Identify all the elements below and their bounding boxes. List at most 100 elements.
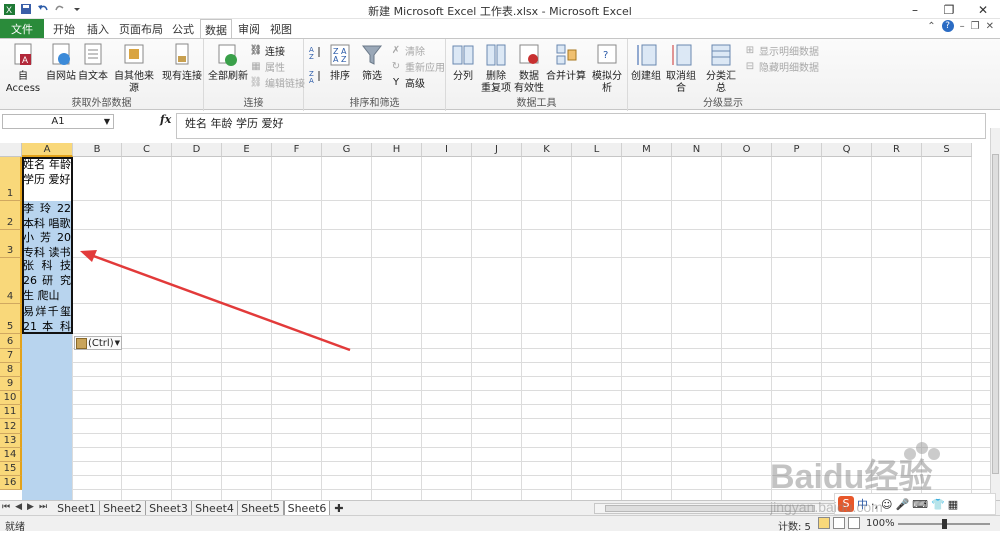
column-header-c[interactable]: C: [122, 143, 172, 157]
from-access-button[interactable]: A 自 Access: [2, 41, 44, 95]
emoji-icon[interactable]: ☺: [881, 498, 892, 511]
tab-formulas[interactable]: 公式: [168, 19, 198, 38]
data-validation-button[interactable]: 数据 有效性: [514, 41, 544, 95]
from-text-button[interactable]: 自文本: [78, 41, 108, 83]
column-header-g[interactable]: G: [322, 143, 372, 157]
sheet-tab-1[interactable]: Sheet1: [54, 501, 100, 515]
edit-links-button[interactable]: ⛓ 编辑链接: [250, 75, 305, 90]
from-other-sources-button[interactable]: 自其他来源: [110, 41, 158, 95]
clear-filter-button[interactable]: ✗ 清除: [390, 43, 425, 58]
keyboard-icon[interactable]: ⌨: [912, 498, 928, 511]
window-minimize-icon[interactable]: –: [960, 21, 965, 32]
column-header-k[interactable]: K: [522, 143, 572, 157]
skin-icon[interactable]: 👕: [931, 498, 945, 511]
restore-icon[interactable]: ❐: [932, 0, 966, 19]
cell-a1[interactable]: 姓名 年龄 学历 爱好: [22, 157, 72, 201]
row-header-8[interactable]: 8: [0, 363, 22, 377]
row-header-4[interactable]: 4: [0, 258, 22, 304]
page-layout-view-icon[interactable]: [833, 517, 845, 529]
column-header-b[interactable]: B: [73, 143, 122, 157]
normal-view-icon[interactable]: [818, 517, 830, 529]
hide-detail-button[interactable]: ⊟ 隐藏明细数据: [744, 59, 819, 74]
column-header-a[interactable]: A: [22, 143, 73, 157]
row-header-14[interactable]: 14: [0, 448, 22, 462]
toolbox-icon[interactable]: ▦: [948, 498, 958, 511]
minimize-ribbon-icon[interactable]: ⌃: [927, 21, 935, 32]
show-detail-button[interactable]: ⊞ 显示明细数据: [744, 43, 819, 58]
row-header-6[interactable]: 6: [0, 334, 22, 349]
sort-descending-icon[interactable]: ZA: [308, 69, 322, 83]
row-header-11[interactable]: 11: [0, 405, 22, 419]
cell-a4[interactable]: 张 科 技 26 研 究 生 爬山: [22, 258, 72, 304]
minimize-icon[interactable]: –: [898, 0, 932, 19]
row-header-12[interactable]: 12: [0, 419, 22, 434]
row-header-15[interactable]: 15: [0, 462, 22, 476]
column-header-n[interactable]: N: [672, 143, 722, 157]
row-header-5[interactable]: 5: [0, 304, 22, 334]
column-header-i[interactable]: I: [422, 143, 472, 157]
chinese-mode-icon[interactable]: 中: [857, 496, 868, 512]
properties-button[interactable]: ▦ 属性: [250, 59, 285, 74]
select-all-corner[interactable]: [0, 143, 22, 157]
row-header-7[interactable]: 7: [0, 349, 22, 363]
insert-function-icon[interactable]: fx: [160, 113, 171, 126]
column-header-q[interactable]: Q: [822, 143, 872, 157]
next-sheet-icon[interactable]: ▶: [27, 502, 34, 512]
column-header-j[interactable]: J: [472, 143, 522, 157]
tab-home[interactable]: 开始: [48, 19, 80, 38]
refresh-all-button[interactable]: 全部刷新: [208, 41, 248, 83]
name-box[interactable]: A1 ▼: [2, 114, 114, 129]
column-header-f[interactable]: F: [272, 143, 322, 157]
row-header-1[interactable]: 1: [0, 157, 22, 201]
vertical-scrollbar[interactable]: [990, 128, 1000, 500]
cell-a3[interactable]: 小 芳 20 专科 读书: [22, 230, 72, 258]
tab-view[interactable]: 视图: [266, 19, 296, 38]
last-sheet-icon[interactable]: ⏭: [39, 502, 47, 512]
row-header-2[interactable]: 2: [0, 201, 22, 230]
from-web-button[interactable]: 自网站: [46, 41, 76, 83]
page-break-view-icon[interactable]: [848, 517, 860, 529]
sheet-tab-4[interactable]: Sheet4: [192, 501, 238, 515]
row-header-16[interactable]: 16: [0, 476, 22, 490]
zoom-slider-knob[interactable]: [942, 519, 947, 529]
advanced-filter-button[interactable]: Y 高级: [390, 75, 425, 90]
sheet-tab-2[interactable]: Sheet2: [100, 501, 146, 515]
sheet-tab-5[interactable]: Sheet5: [238, 501, 284, 515]
what-if-analysis-button[interactable]: ? 模拟分析: [588, 41, 626, 95]
column-header-m[interactable]: M: [622, 143, 672, 157]
sogou-logo-icon[interactable]: S: [838, 496, 854, 512]
prev-sheet-icon[interactable]: ◀: [15, 502, 22, 512]
punctuation-icon[interactable]: ·,: [871, 498, 878, 511]
tab-file[interactable]: 文件: [0, 19, 44, 38]
row-header-3[interactable]: 3: [0, 230, 22, 258]
zoom-level[interactable]: 100%: [866, 518, 895, 529]
sort-button[interactable]: Z AA Z 排序: [326, 41, 354, 83]
column-header-s[interactable]: S: [922, 143, 972, 157]
tab-page-layout[interactable]: 页面布局: [116, 19, 166, 38]
column-header-p[interactable]: P: [772, 143, 822, 157]
existing-connections-button[interactable]: 现有连接: [162, 41, 202, 83]
vertical-scroll-thumb[interactable]: [992, 154, 999, 474]
sheet-tab-6[interactable]: Sheet6: [284, 501, 330, 516]
first-sheet-icon[interactable]: ⏮: [2, 502, 10, 512]
tab-review[interactable]: 审阅: [234, 19, 264, 38]
connections-button[interactable]: ⛓ 连接: [250, 43, 285, 58]
consolidate-button[interactable]: 合并计算: [546, 41, 586, 83]
column-header-o[interactable]: O: [722, 143, 772, 157]
text-to-columns-button[interactable]: 分列: [448, 41, 478, 83]
chevron-down-icon[interactable]: ▼: [104, 115, 110, 128]
cell-a5[interactable]: 易烊千玺 21 本 科 跳舞: [22, 304, 72, 334]
tab-data[interactable]: 数据: [200, 19, 232, 39]
column-header-e[interactable]: E: [222, 143, 272, 157]
new-sheet-icon[interactable]: ✚: [332, 501, 346, 515]
row-header-10[interactable]: 10: [0, 391, 22, 405]
subtotal-button[interactable]: 分类汇总: [702, 41, 740, 95]
paste-options-button[interactable]: (Ctrl) ▼: [74, 336, 122, 350]
ungroup-button[interactable]: 取消组合: [662, 41, 700, 95]
column-header-h[interactable]: H: [372, 143, 422, 157]
remove-duplicates-button[interactable]: 删除 重复项: [480, 41, 512, 95]
reapply-button[interactable]: ↻ 重新应用: [390, 59, 445, 74]
column-header-l[interactable]: L: [572, 143, 622, 157]
row-header-13[interactable]: 13: [0, 434, 22, 448]
sheet-tab-3[interactable]: Sheet3: [146, 501, 192, 515]
